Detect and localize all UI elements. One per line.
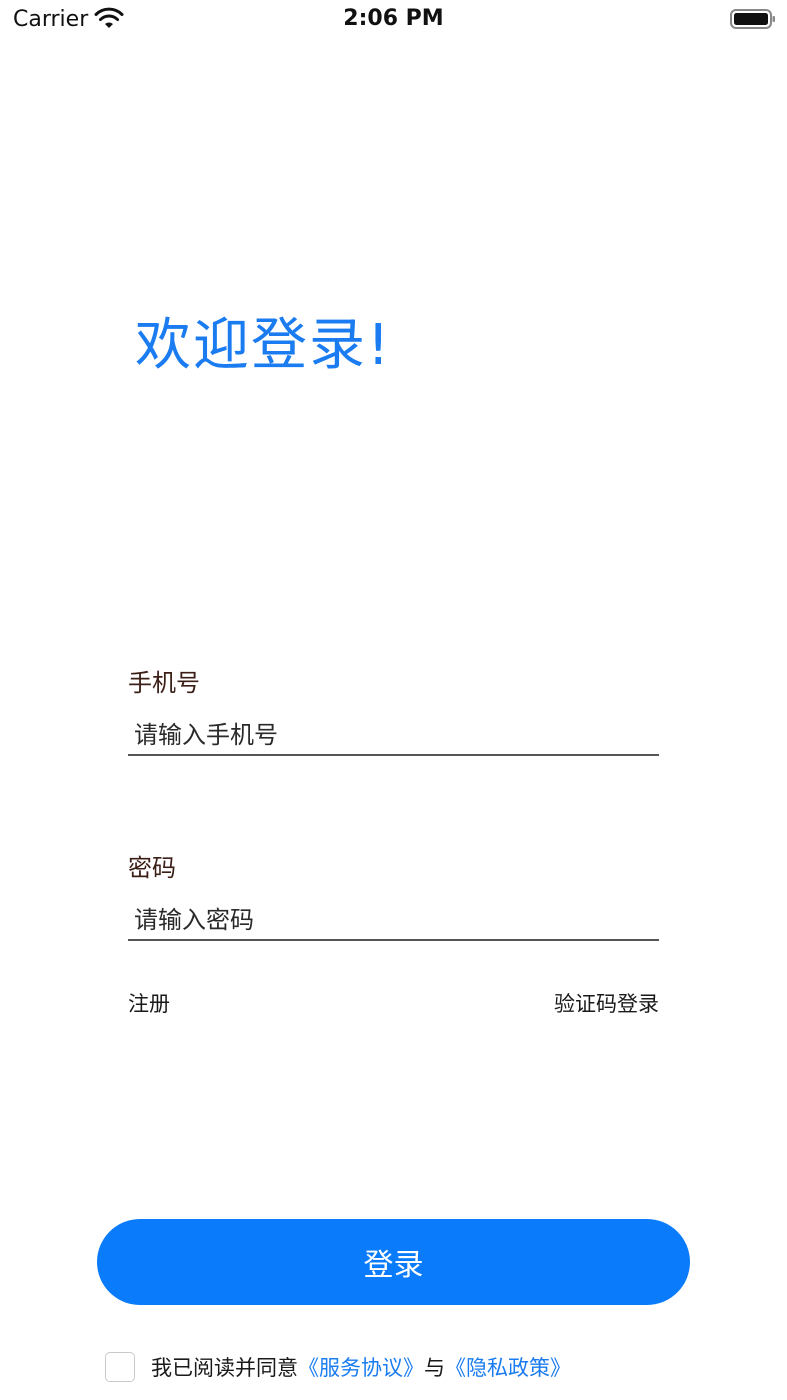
status-time: 2:06 PM: [343, 6, 444, 31]
agreement-row: 我已阅读并同意 《服务协议》 与 《隐私政策》: [105, 1350, 571, 1384]
agreement-conjunction: 与: [424, 1356, 445, 1380]
battery-icon: [730, 8, 776, 30]
service-agreement-link[interactable]: 《服务协议》: [298, 1352, 424, 1382]
privacy-policy-link[interactable]: 《隐私政策》: [445, 1352, 571, 1382]
status-bar: Carrier 2:06 PM: [0, 0, 787, 40]
register-link[interactable]: 注册: [128, 988, 170, 1018]
agreement-prefix: 我已阅读并同意: [151, 1356, 298, 1380]
phone-input[interactable]: [128, 716, 659, 756]
login-button[interactable]: 登录: [97, 1219, 690, 1305]
password-label: 密码: [128, 854, 176, 882]
agreement-checkbox[interactable]: [105, 1352, 135, 1382]
password-input[interactable]: [128, 901, 659, 941]
welcome-title: 欢迎登录!: [135, 313, 392, 378]
sms-login-link[interactable]: 验证码登录: [554, 988, 659, 1018]
phone-label: 手机号: [128, 669, 200, 697]
